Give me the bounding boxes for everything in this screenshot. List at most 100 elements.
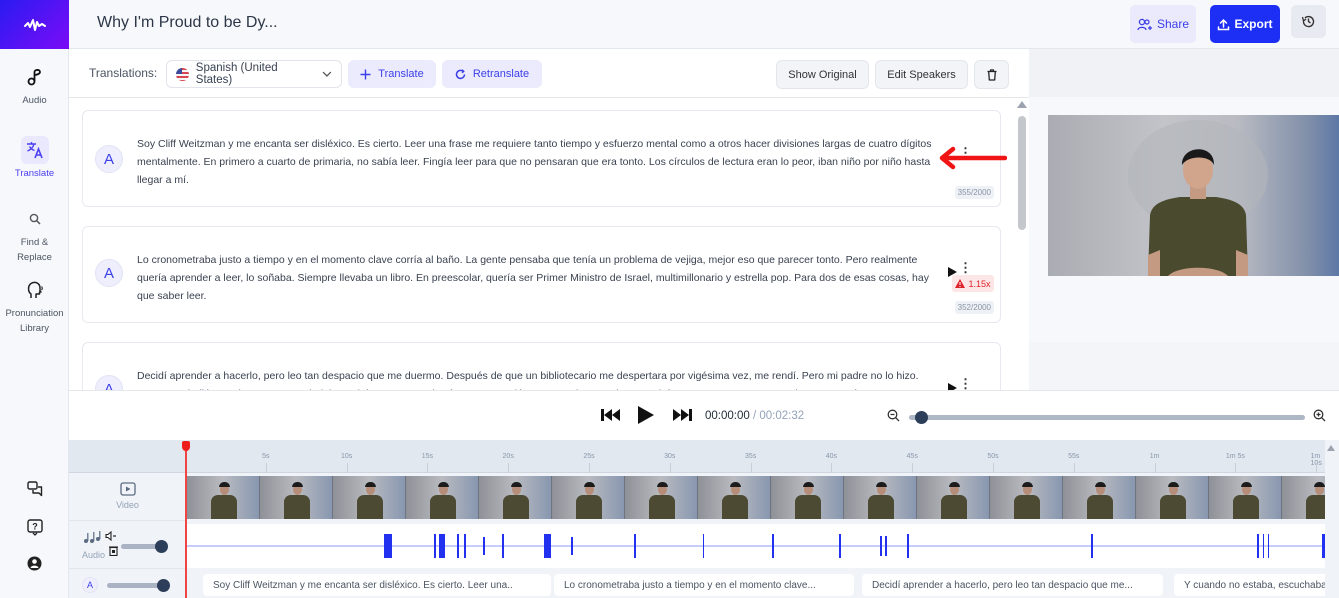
segment-card[interactable]: A Lo cronometraba justo a tiempo y en el…	[82, 226, 1001, 323]
segments-scrollbar[interactable]	[1015, 98, 1029, 390]
waveform-peak	[772, 534, 774, 558]
language-select[interactable]: Spanish (United States)	[166, 60, 342, 88]
annotation-arrow-icon	[939, 146, 1007, 170]
ruler-tick-label: 45s	[906, 453, 918, 460]
video-thumbnail	[1063, 476, 1136, 519]
account-button[interactable]	[0, 556, 69, 571]
account-icon	[27, 556, 42, 571]
sidebar-item-pronunciation-library[interactable]: Pronunciation Library	[0, 276, 69, 336]
sidebar-item-label: Translate	[14, 168, 55, 179]
zoom-out-icon[interactable]	[887, 409, 900, 422]
more-options-icon[interactable]: ⋮	[959, 377, 972, 390]
export-button[interactable]: Export	[1210, 5, 1280, 43]
video-thumbnail	[187, 476, 260, 519]
ruler-tick-label: 10s	[340, 453, 353, 460]
video-thumbnail	[625, 476, 698, 519]
warning-icon	[955, 279, 966, 288]
playhead-handle[interactable]	[182, 441, 190, 451]
scroll-up-arrow-icon[interactable]	[1017, 101, 1027, 108]
music-notes-icon	[84, 531, 101, 543]
feedback-button[interactable]	[0, 481, 69, 497]
speaker-avatar[interactable]: A	[95, 145, 123, 173]
total-time: / 00:02:32	[749, 410, 805, 422]
char-count: 352/2000	[954, 301, 994, 314]
share-button[interactable]: Share	[1130, 5, 1196, 43]
video-thumbnail	[406, 476, 479, 519]
current-time: 00:00:00	[705, 410, 750, 422]
ruler-tick-label: 50s	[987, 453, 999, 460]
translate-icon	[26, 142, 43, 159]
show-original-button[interactable]: Show Original	[776, 60, 869, 89]
preview-container	[1029, 97, 1339, 342]
speaker-avatar[interactable]: A	[95, 259, 123, 287]
ruler-tick-mark	[1073, 463, 1075, 473]
play-button-icon[interactable]	[638, 406, 654, 424]
search-icon	[29, 213, 41, 225]
subtitle-volume-knob[interactable]	[157, 579, 170, 592]
translations-toolbar: Translations: Spanish (United States) Tr…	[69, 49, 1029, 98]
help-button[interactable]: ?	[0, 519, 69, 536]
play-icon[interactable]	[948, 383, 957, 390]
audio-waveform-track[interactable]	[187, 524, 1325, 568]
us-flag-icon	[176, 67, 189, 81]
zoom-in-icon[interactable]	[1313, 409, 1326, 422]
ruler-tick-mark	[669, 463, 671, 473]
waveform-logo-icon	[23, 18, 46, 31]
segment-card[interactable]: A Decidí aprender a hacerlo, pero leo ta…	[82, 342, 1001, 390]
ruler-tick-label: 5s	[262, 453, 270, 460]
history-icon	[1301, 15, 1315, 28]
delete-button[interactable]	[974, 60, 1009, 89]
skip-back-icon[interactable]	[601, 408, 620, 422]
zoom-slider[interactable]	[909, 411, 1305, 424]
app-logo[interactable]	[0, 0, 69, 49]
subtitle-chip[interactable]: Decidí aprender a hacerlo, pero leo tan …	[862, 574, 1163, 596]
audio-volume-slider[interactable]	[121, 540, 168, 553]
scrollbar-thumb[interactable]	[1018, 116, 1026, 230]
ruler-tick-mark	[1235, 463, 1237, 473]
sidebar-item-translate[interactable]: Translate	[0, 136, 69, 181]
sidebar-item-find-replace[interactable]: Find & Replace	[0, 205, 69, 265]
speaker-avatar[interactable]: A	[95, 375, 123, 390]
segment-card[interactable]: A Soy Cliff Weitzman y me encanta ser di…	[82, 110, 1001, 207]
waveform-peak	[571, 537, 573, 555]
trash-icon[interactable]	[109, 546, 118, 556]
segment-text[interactable]: Soy Cliff Weitzman y me encanta ser disl…	[137, 135, 937, 189]
speaking-head-icon	[27, 281, 43, 298]
time-ruler[interactable]: 5s 10s 15s 20s 25s 30s 35s 40s 45s 50s 55s 1m 1m 5s 1…	[69, 440, 1325, 473]
transport-bar: 00:00:00 / 00:02:32	[69, 390, 1339, 440]
timeline-scroll-up-icon[interactable]	[1327, 445, 1335, 451]
project-title[interactable]: Why I'm Proud to be Dy...	[97, 14, 278, 32]
video-thumbnail	[333, 476, 406, 519]
video-icon	[119, 482, 136, 496]
video-filmstrip[interactable]	[187, 476, 1325, 519]
translate-button[interactable]: Translate	[348, 60, 436, 88]
translations-label: Translations:	[89, 66, 158, 80]
ruler-tick-mark	[346, 463, 348, 473]
sidebar-item-audio[interactable]: Audio	[0, 63, 69, 108]
subtitle-chip[interactable]: Lo cronometraba justo a tiempo y en el m…	[554, 574, 854, 596]
waveform-peak	[384, 534, 392, 558]
language-selected: Spanish (United States)	[195, 62, 278, 86]
skip-forward-icon[interactable]	[673, 408, 692, 422]
subtitle-chip[interactable]: Soy Cliff Weitzman y me encanta ser disl…	[203, 574, 551, 596]
subtitle-chip[interactable]: Y cuando no estaba, escuchaba	[1174, 574, 1325, 596]
video-preview[interactable]	[1048, 115, 1339, 276]
volume-icon[interactable]	[105, 531, 117, 541]
edit-speakers-button[interactable]: Edit Speakers	[875, 60, 968, 89]
speaker-avatar[interactable]: A	[82, 577, 98, 593]
refresh-icon	[455, 68, 466, 79]
more-options-icon[interactable]: ⋮	[959, 261, 972, 274]
video-thumbnail	[552, 476, 625, 519]
preview-panel	[1029, 49, 1339, 390]
ruler-tick-mark	[993, 463, 994, 473]
history-button[interactable]	[1291, 5, 1326, 38]
speed-value: 1.15x	[968, 278, 991, 289]
speed-warning-badge: 1.15x	[952, 275, 994, 292]
subtitle-volume-slider[interactable]	[107, 579, 170, 592]
ruler-tick-mark	[589, 463, 590, 473]
zoom-slider-thumb[interactable]	[914, 411, 928, 424]
segment-text[interactable]: Lo cronometraba justo a tiempo y en el m…	[137, 251, 937, 305]
segment-text[interactable]: Decidí aprender a hacerlo, pero leo tan …	[137, 367, 937, 390]
retranslate-button[interactable]: Retranslate	[442, 60, 542, 88]
audio-volume-knob[interactable]	[155, 540, 168, 553]
